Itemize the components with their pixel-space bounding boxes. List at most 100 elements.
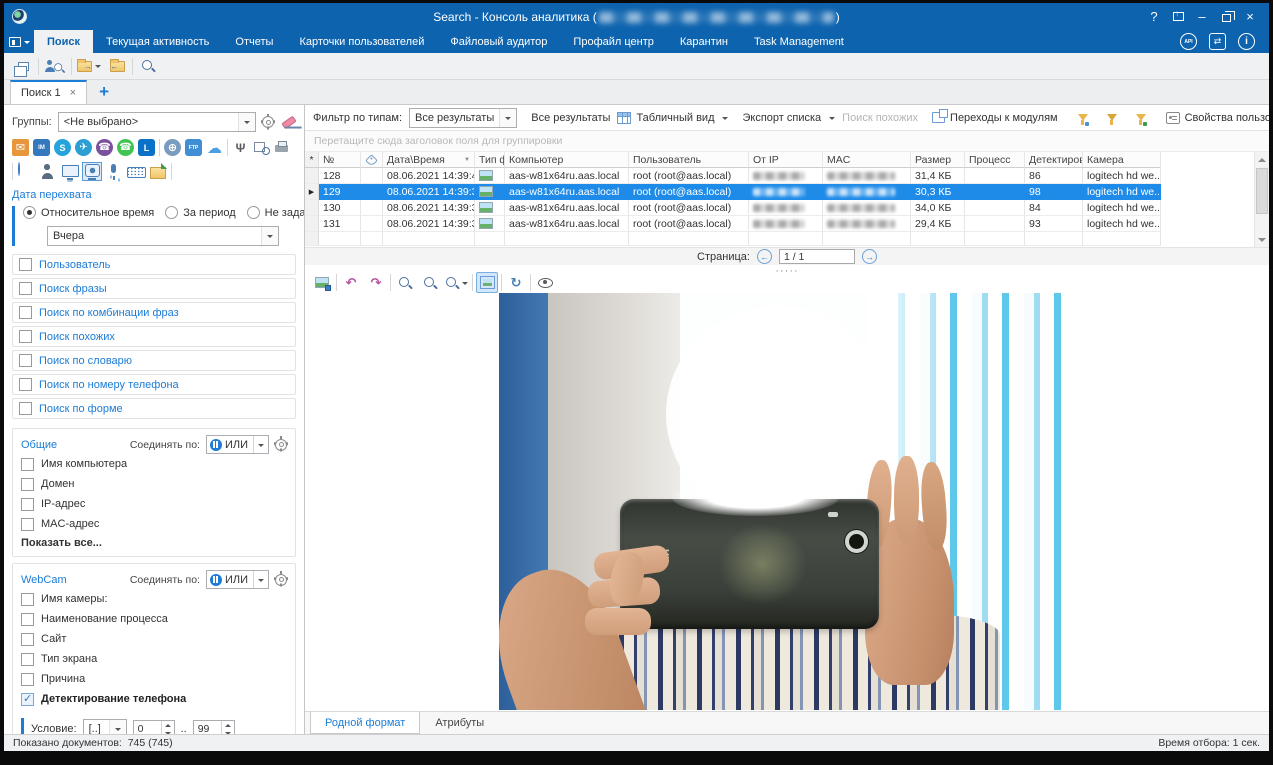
menu-tab-profile-center[interactable]: Профайл центр: [560, 30, 666, 53]
close-button[interactable]: ×: [1239, 7, 1261, 27]
field-phone-detection[interactable]: Детектирование телефона: [21, 689, 287, 709]
restore-button[interactable]: [1215, 7, 1237, 27]
checkbox[interactable]: [21, 653, 34, 666]
zoom-in-button[interactable]: [394, 272, 416, 293]
checkbox[interactable]: [21, 633, 34, 646]
filter-dictionary[interactable]: Поиск по словарю: [12, 350, 296, 371]
filter-phrase-combination[interactable]: Поиск по комбинации фраз: [12, 302, 296, 323]
column-header-process[interactable]: Процесс: [965, 152, 1025, 168]
application-menu-button[interactable]: [4, 30, 34, 53]
chevron-down-icon[interactable]: [253, 571, 268, 588]
period-radio[interactable]: [165, 206, 178, 219]
zoom-out-button[interactable]: [419, 272, 441, 293]
fit-to-window-button[interactable]: [476, 272, 498, 293]
scrollbar-thumb[interactable]: [1256, 168, 1268, 214]
type-filter-combobox[interactable]: Все результаты: [409, 108, 517, 128]
checkbox[interactable]: [21, 518, 34, 531]
column-header-computer[interactable]: Компьютер: [505, 152, 629, 168]
minimize-button[interactable]: –: [1191, 7, 1213, 27]
column-header-size[interactable]: Размер: [911, 152, 965, 168]
original-size-button[interactable]: [505, 272, 527, 293]
filter-phrase[interactable]: Поиск фразы: [12, 278, 296, 299]
splitter-grip[interactable]: [305, 265, 1269, 272]
menu-tab-user-cards[interactable]: Карточки пользователей: [286, 30, 437, 53]
spin-up-icon[interactable]: [162, 721, 174, 730]
id-search-button[interactable]: [137, 56, 159, 77]
checkbox[interactable]: [19, 330, 32, 343]
checkbox[interactable]: [19, 402, 32, 415]
modules-button[interactable]: Переходы к модулям: [932, 112, 1058, 124]
previous-page-button[interactable]: ←: [757, 249, 772, 264]
scroll-down-icon[interactable]: [1255, 232, 1269, 247]
checkbox[interactable]: [21, 613, 34, 626]
filter-phone-number[interactable]: Поиск по номеру телефона: [12, 374, 296, 395]
files-channel-icon[interactable]: [149, 163, 167, 180]
menu-tab-poisk[interactable]: Поиск: [34, 30, 93, 53]
column-header-user[interactable]: Пользователь: [629, 152, 749, 168]
field-mac[interactable]: MAC-адрес: [21, 514, 287, 534]
gear-icon[interactable]: [275, 574, 287, 586]
rotate-right-button[interactable]: [365, 272, 387, 293]
column-header-num[interactable]: №: [319, 152, 361, 168]
chevron-down-icon[interactable]: [499, 109, 516, 127]
checkbox[interactable]: [19, 378, 32, 391]
column-header-mac[interactable]: MAC: [823, 152, 911, 168]
field-site[interactable]: Сайт: [21, 629, 287, 649]
export-button[interactable]: [76, 56, 102, 77]
viber-channel-icon[interactable]: [96, 139, 113, 156]
spin-down-icon[interactable]: [162, 729, 174, 734]
condition-operator-combobox[interactable]: [..]: [83, 719, 127, 734]
checkbox[interactable]: [19, 282, 32, 295]
field-screen-type[interactable]: Тип экрана: [21, 649, 287, 669]
menu-tab-file-auditor[interactable]: Файловый аудитор: [437, 30, 560, 53]
filter-similar[interactable]: Поиск похожих: [12, 326, 296, 347]
condition-to-stepper[interactable]: 99: [193, 720, 235, 735]
menu-tab-current-activity[interactable]: Текущая активность: [93, 30, 222, 53]
filter-funnel-1-button[interactable]: [1072, 107, 1094, 128]
pin-button[interactable]: [1167, 7, 1189, 27]
checkbox[interactable]: [19, 258, 32, 271]
field-ip[interactable]: IP-адрес: [21, 494, 287, 514]
all-results-button[interactable]: Все результаты: [531, 112, 610, 124]
checkbox[interactable]: [19, 354, 32, 367]
relative-time-combobox[interactable]: Вчера: [47, 226, 279, 246]
condition-from-stepper[interactable]: 0: [133, 720, 175, 735]
user-activity-channel-icon[interactable]: [39, 163, 57, 180]
column-header-filetype[interactable]: Тип фа: [475, 152, 505, 168]
ftp-channel-icon[interactable]: [185, 139, 202, 156]
checkbox[interactable]: [21, 458, 34, 471]
page-number-input[interactable]: 1 / 1: [779, 249, 855, 264]
usb-channel-icon[interactable]: [232, 139, 249, 156]
checkbox[interactable]: [21, 673, 34, 686]
column-header-ip[interactable]: От IP: [749, 152, 823, 168]
cloud-channel-icon[interactable]: [206, 139, 223, 156]
next-page-button[interactable]: →: [862, 249, 877, 264]
show-all-link[interactable]: Показать все...: [21, 537, 287, 549]
device-search-channel-icon[interactable]: [253, 139, 270, 156]
keyboard-channel-icon[interactable]: [127, 163, 145, 180]
api-icon[interactable]: [1180, 33, 1197, 50]
join-combobox[interactable]: ИЛИ: [206, 435, 269, 454]
eraser-icon[interactable]: [281, 115, 296, 129]
user-search-button[interactable]: [43, 56, 67, 77]
menu-tab-task-management[interactable]: Task Management: [741, 30, 857, 53]
field-domain[interactable]: Домен: [21, 474, 287, 494]
column-header-tag[interactable]: [361, 152, 383, 168]
import-button[interactable]: [106, 56, 128, 77]
im-channel-icon[interactable]: [33, 139, 50, 156]
table-scrollbar[interactable]: [1254, 152, 1269, 247]
chevron-down-icon[interactable]: [238, 113, 255, 131]
scroll-up-icon[interactable]: [1255, 152, 1269, 167]
menu-tab-reports[interactable]: Отчеты: [222, 30, 286, 53]
join-combobox[interactable]: ИЛИ: [206, 570, 269, 589]
filter-funnel-3-button[interactable]: [1130, 107, 1152, 128]
checkbox[interactable]: [21, 593, 34, 606]
whatsapp-channel-icon[interactable]: [117, 139, 134, 156]
table-view-button[interactable]: Табличный вид: [617, 112, 728, 124]
export-list-button[interactable]: Экспорт списка: [742, 112, 835, 124]
services-icon[interactable]: [1209, 33, 1226, 50]
info-icon[interactable]: [1238, 33, 1255, 50]
new-search-window-button[interactable]: [12, 56, 34, 77]
monitor-channel-icon[interactable]: [61, 163, 79, 180]
column-header-camera[interactable]: Камера: [1083, 152, 1161, 168]
